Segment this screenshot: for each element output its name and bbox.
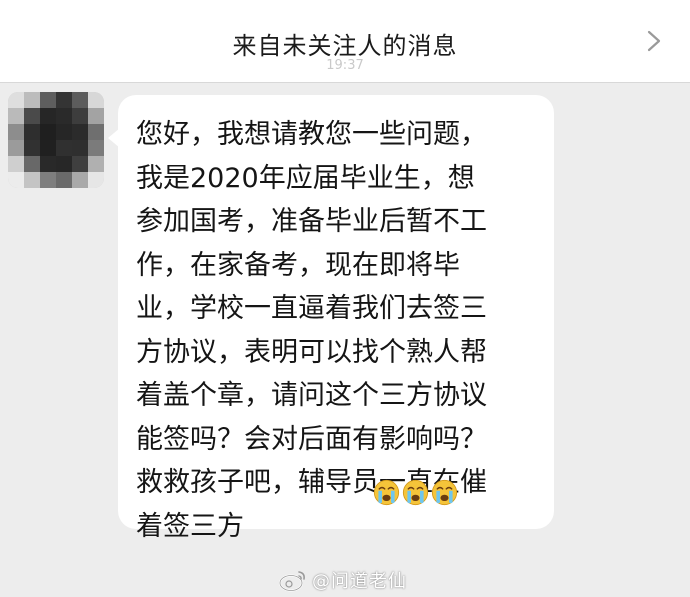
crying-face-emoji-icon [373,479,400,506]
weibo-logo-icon [279,571,305,592]
emoji-row [373,479,458,506]
message-bubble[interactable]: 您好，我想请教您一些问题， 我是2020年应届毕业生，想 参加国考，准备毕业后暂… [118,95,554,542]
chevron-right-icon[interactable] [644,29,664,53]
blurred-avatar-image [8,92,104,188]
crying-face-emoji-icon [402,479,429,506]
header-title: 来自未关注人的消息 [232,32,458,60]
chat-screen: 来自未关注人的消息 19:37 您好，我想请教您一些问题， 我是2020年应届毕… [0,0,690,597]
chat-header: 来自未关注人的消息 19:37 [0,0,690,83]
weibo-watermark: @问道老仙 [278,567,407,593]
message-text: 您好，我想请教您一些问题， 我是2020年应届毕业生，想 参加国考，准备毕业后暂… [136,119,487,542]
avatar[interactable] [8,92,104,188]
crying-face-emoji-icon [431,479,458,506]
message-time: 19:37 [326,58,364,73]
watermark-text: @问道老仙 [312,571,407,592]
